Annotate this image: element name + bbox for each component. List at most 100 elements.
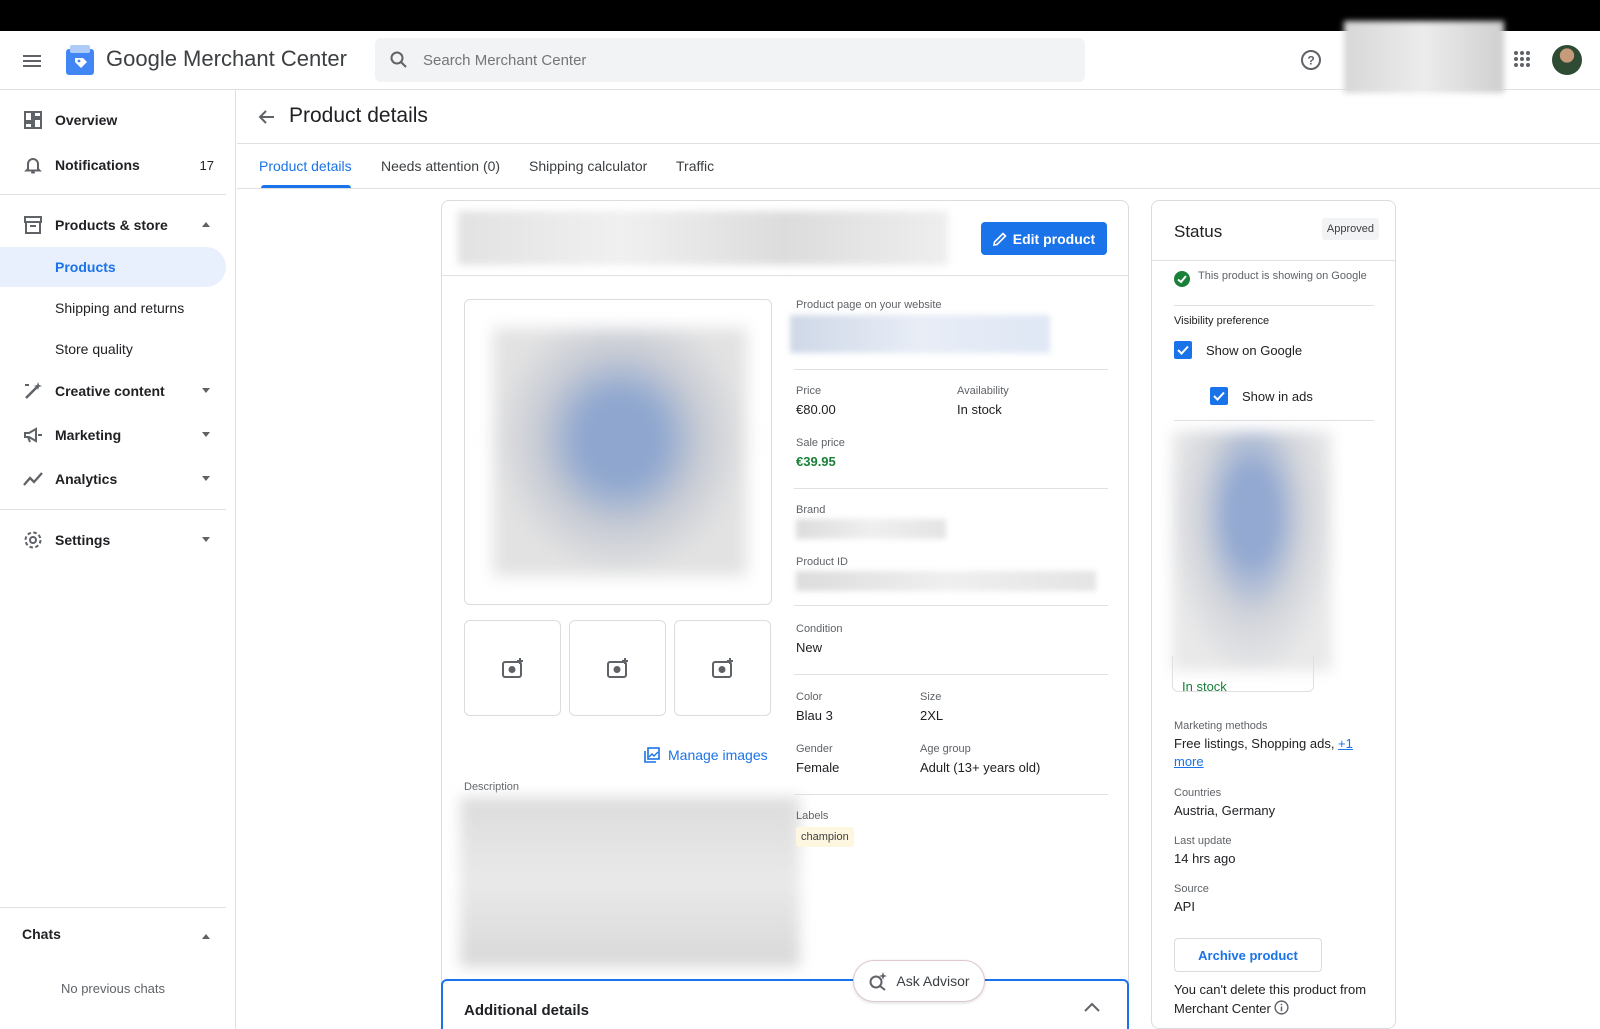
sidebar-item-notifications[interactable]: Notifications 17	[0, 145, 226, 185]
hamburger-menu-icon[interactable]	[22, 51, 42, 71]
edit-product-button[interactable]: Edit product	[981, 222, 1107, 255]
sidebar-item-label: Products & store	[55, 217, 168, 233]
chevron-up-icon[interactable]	[1083, 1001, 1101, 1013]
product-title-redacted	[458, 211, 948, 265]
avatar[interactable]	[1552, 45, 1582, 75]
chevron-down-icon	[202, 388, 210, 393]
sidebar-item-label: Overview	[55, 112, 118, 128]
show-on-google-label: Show on Google	[1206, 342, 1303, 358]
divider	[794, 605, 1108, 606]
add-photo-icon	[711, 658, 733, 678]
sidebar-item-label: Notifications	[55, 157, 140, 173]
sidebar-item-products-store[interactable]: Products & store	[0, 205, 226, 245]
bell-icon	[24, 158, 42, 174]
checkbox-checked-icon[interactable]	[1210, 387, 1228, 405]
price-label: Price	[796, 385, 822, 397]
sidebar-item-analytics[interactable]: Analytics	[0, 459, 226, 499]
size-value: 2XL	[920, 708, 944, 723]
divider	[1174, 305, 1374, 306]
sidebar-item-shipping-returns[interactable]: Shipping and returns	[0, 288, 226, 328]
add-photo-icon	[606, 658, 628, 678]
account-info-redacted	[1344, 21, 1504, 93]
status-panel: Status Approved This product is showing …	[1151, 200, 1396, 1029]
search-icon	[390, 51, 407, 68]
add-image-slot[interactable]	[464, 620, 561, 716]
tab-product-details[interactable]: Product details	[259, 158, 352, 174]
sidebar-item-label: Settings	[55, 532, 111, 548]
labels-label: Labels	[796, 810, 829, 822]
search-bar[interactable]	[375, 38, 1085, 82]
show-in-ads-checkbox[interactable]: Show in ads	[1210, 387, 1313, 405]
price-value: €80.00	[796, 402, 836, 417]
availability-label: Availability	[957, 385, 1009, 397]
pencil-icon	[992, 231, 1007, 246]
sidebar-item-overview[interactable]: Overview	[0, 100, 226, 140]
visibility-preference-label: Visibility preference	[1174, 315, 1270, 327]
sidebar-item-store-quality[interactable]: Store quality	[0, 329, 226, 369]
last-update-value: 14 hrs ago	[1174, 851, 1236, 866]
info-icon[interactable]	[1274, 1000, 1290, 1015]
add-image-slot[interactable]	[674, 620, 771, 716]
condition-label: Condition	[796, 623, 843, 635]
status-header: Status Approved	[1152, 201, 1395, 261]
help-icon[interactable]: ?	[1300, 49, 1322, 71]
chats-header[interactable]: Chats	[22, 926, 61, 942]
chevron-up-icon[interactable]	[202, 934, 210, 939]
back-arrow-icon[interactable]	[257, 107, 277, 127]
product-main-image[interactable]	[464, 299, 772, 605]
sale-price-label: Sale price	[796, 437, 845, 449]
no-chats-text: No previous chats	[60, 981, 166, 996]
divider	[794, 488, 1108, 489]
checkbox-checked-icon[interactable]	[1174, 341, 1192, 359]
search-input[interactable]	[423, 38, 1063, 82]
add-image-slot[interactable]	[569, 620, 666, 716]
condition-value: New	[796, 640, 823, 655]
brand-name[interactable]: Google Merchant Center	[106, 46, 347, 72]
sale-price-value: €39.95	[796, 454, 836, 469]
manage-images-label: Manage images	[668, 747, 768, 763]
merchant-center-logo-icon[interactable]	[66, 45, 94, 75]
add-photo-icon	[501, 658, 523, 678]
countries-value: Austria, Germany	[1174, 803, 1276, 818]
additional-details-title: Additional details	[464, 1002, 590, 1019]
google-apps-icon[interactable]	[1513, 50, 1531, 68]
status-title: Status	[1174, 222, 1223, 241]
sidebar-item-products[interactable]: Products	[0, 247, 226, 287]
archive-product-button[interactable]: Archive product	[1174, 938, 1322, 972]
product-card-header: Edit product	[442, 201, 1128, 276]
sidebar-item-settings[interactable]: Settings	[0, 520, 226, 560]
sidebar-item-marketing[interactable]: Marketing	[0, 415, 226, 455]
label-chip: champion	[796, 827, 854, 847]
tab-needs-attention[interactable]: Needs attention (0)	[381, 158, 500, 174]
product-card: Edit product Manage images Description P…	[441, 200, 1129, 1029]
sidebar-item-label: Creative content	[55, 383, 165, 399]
status-badge: Approved	[1321, 218, 1379, 240]
description-redacted	[460, 797, 800, 967]
edit-product-label: Edit product	[1012, 230, 1096, 247]
brand-label: Brand	[796, 504, 826, 516]
marketing-methods-text: Free listings, Shopping ads,	[1174, 736, 1339, 751]
product-url-redacted[interactable]	[790, 315, 1050, 353]
trending-line-icon	[23, 472, 43, 486]
show-on-google-checkbox[interactable]: Show on Google	[1174, 341, 1302, 359]
megaphone-icon	[24, 427, 42, 443]
additional-details-section[interactable]: Additional details	[441, 979, 1129, 1029]
sidebar-item-creative-content[interactable]: Creative content	[0, 371, 226, 411]
chevron-down-icon	[202, 476, 210, 481]
status-product-image-redacted	[1172, 431, 1332, 671]
ask-advisor-button[interactable]: Ask Advisor	[853, 960, 985, 1002]
marketing-methods-label: Marketing methods	[1174, 720, 1268, 732]
tab-bar: Product details Needs attention (0) Ship…	[237, 145, 1600, 189]
tab-traffic[interactable]: Traffic	[676, 158, 714, 174]
tab-shipping-calculator[interactable]: Shipping calculator	[529, 158, 647, 174]
manage-images-button[interactable]: Manage images	[644, 747, 768, 763]
divider	[1174, 420, 1374, 421]
gender-value: Female	[796, 760, 840, 775]
sidebar-item-label: Shipping and returns	[55, 300, 185, 316]
store-icon	[24, 216, 42, 234]
color-label: Color	[796, 691, 823, 703]
source-value: API	[1174, 899, 1195, 914]
availability-value: In stock	[957, 402, 1002, 417]
check-circle-icon	[1174, 271, 1190, 287]
sidebar: Overview Notifications 17 Products & sto…	[0, 90, 236, 1029]
